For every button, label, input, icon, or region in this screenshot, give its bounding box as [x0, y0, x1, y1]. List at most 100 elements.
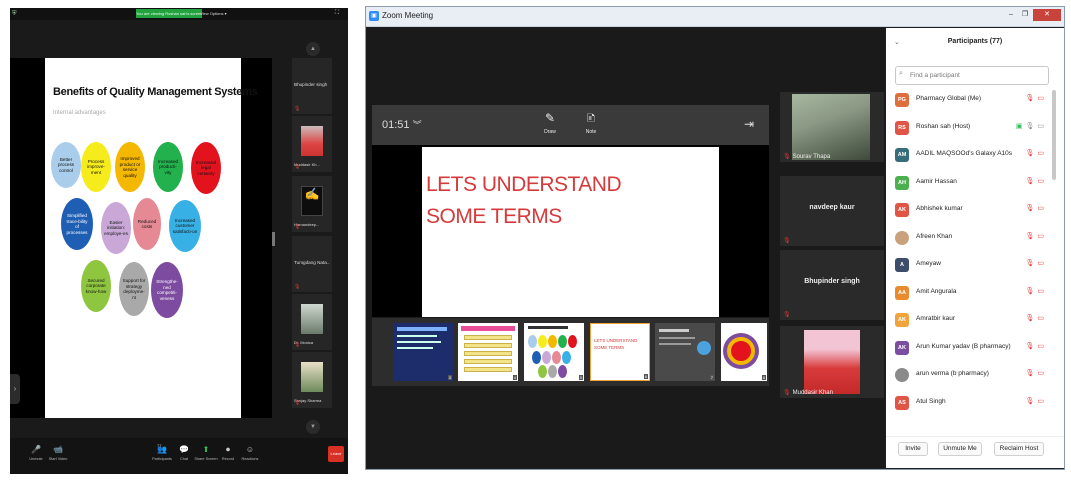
video-tile[interactable]: navdeep kaur 🎙 [780, 176, 884, 246]
participant-tile[interactable]: Bhupinder singh 🎙 [292, 58, 332, 114]
bubble: Easier initiation: employe-es [101, 202, 131, 254]
toolbar-label: Reactions [241, 457, 259, 461]
participant-name: Atul Singh [916, 397, 946, 405]
participant-row[interactable]: AM AADIL MAQSOOd's Galaxy A10s 🎙▭ [895, 145, 1055, 165]
participant-tile[interactable]: Dr. Monica 🎙 [292, 294, 332, 350]
slide-thumbnail[interactable]: 7 [655, 323, 715, 381]
participant-row[interactable]: AK Arun Kumar yadav (B pharmacy) 🎙▭ [895, 338, 1055, 358]
avatar: PG [895, 93, 909, 107]
pen-icon: ✎ [544, 111, 556, 125]
slide-thumbnail[interactable]: 4 [458, 323, 518, 381]
maximize-icon[interactable]: ⛶ [332, 9, 342, 18]
toolbar-button[interactable]: ⏺ Record [216, 444, 240, 470]
participant-video [792, 94, 870, 160]
slide-thumbnail[interactable]: 8 [721, 323, 767, 381]
bubble: Better process control [51, 142, 81, 188]
mic-muted-icon: 🎙 [783, 154, 791, 160]
toolbar-button[interactable]: ⬆ Share Screen [194, 444, 218, 470]
toolbar-button[interactable]: 📹 Start Video [46, 444, 70, 470]
tile-footer: 🎙 Sourav Thapa [783, 153, 830, 160]
participant-name: Pharmacy Global (Me) [916, 95, 982, 102]
participants-header: Participants (77) [947, 38, 1003, 45]
status-icons: 🎙▭ [1025, 149, 1047, 157]
zoom-app-icon: ▣ [369, 11, 379, 21]
toolbar-button[interactable]: 💬 Chat [172, 444, 196, 470]
video-tile[interactable]: 🎙 Sourav Thapa [780, 92, 884, 162]
participant-row[interactable]: RS Roshan sah (Host) ▣🎙▭ [895, 118, 1055, 138]
participant-tile[interactable]: Tumgdang Nata... 🎙 [292, 236, 332, 292]
thumb-number: 8 [761, 375, 766, 380]
participant-photo [301, 304, 323, 334]
video-off-icon: ▭ [1037, 150, 1047, 157]
draw-label: Draw [544, 129, 556, 135]
view-options-button[interactable]: View Options ▾ [200, 9, 230, 18]
mic-muted-icon: 🎙 [294, 224, 301, 230]
leave-button[interactable]: Leave [328, 446, 344, 462]
toolbar-icon: ☺ [245, 445, 255, 454]
reclaim-host-button[interactable]: Reclaim Host [994, 442, 1044, 456]
mic-muted-icon: 🎙 [294, 284, 301, 290]
toolbar-button[interactable]: ☺ Reactions [238, 444, 262, 470]
invite-button[interactable]: Invite [898, 442, 928, 456]
mic-muted-icon: 🎙 [1025, 177, 1038, 185]
mic-muted-icon: 🎙 [783, 312, 791, 318]
video-tile[interactable]: 🎙 Muddasir Khan [780, 326, 884, 398]
participant-tile[interactable]: ✍ Harnandeep... 🎙 [292, 176, 332, 232]
slide-thumbnail[interactable]: 5 [524, 323, 584, 381]
close-icon[interactable]: ✕ [1033, 9, 1061, 21]
exit-presentation-icon[interactable]: ⇥ [744, 117, 754, 131]
participant-name: navdeep kaur [809, 204, 855, 211]
bubble: Support for strategy deployme-nt [119, 262, 149, 316]
thumb-number: 5 [578, 375, 583, 380]
mic-icon: 🎙 [1025, 122, 1038, 130]
participant-tile[interactable]: Sanjay Sharma 🎙 [292, 352, 332, 408]
bubble: Simplified trace-bility of processes [61, 198, 93, 250]
bubble: Secured corporate know-how [81, 260, 111, 312]
video-off-icon: ▭ [1037, 287, 1047, 295]
chevron-right-icon[interactable]: › [10, 374, 20, 404]
participant-name: Bhupinder singh [294, 82, 328, 87]
participant-row[interactable]: AK Amratbir kaur 🎙▭ [895, 310, 1055, 330]
toolbar-label: Record [221, 457, 235, 461]
participant-row[interactable]: arun verma (b pharmacy) 🎙▭ [895, 365, 1055, 385]
video-off-icon: ▭ [1037, 232, 1047, 240]
participant-name: Roshan sah (Host) [916, 122, 971, 130]
resize-handle[interactable] [272, 232, 275, 246]
participant-row[interactable]: Afreen Khan 🎙▭ [895, 228, 1055, 248]
slide-thumbnail[interactable]: LETS UNDERSTAND SOME TERMS 6 [590, 323, 650, 381]
restore-icon[interactable]: ❐ [1018, 9, 1032, 21]
bubble-text: Improved product or service quality [119, 156, 141, 178]
chevrons-down-icon[interactable]: ︾ [413, 120, 422, 130]
video-tile[interactable]: Bhupinder singh 🎙 [780, 250, 884, 320]
unmute-me-button[interactable]: Unmute Me [938, 442, 982, 456]
participant-name: Abhishek kumar [916, 205, 963, 212]
avatar: AK [895, 313, 909, 327]
video-off-icon: ▭ [1037, 177, 1047, 185]
left-shared-slide: Benefits of Quality Management Systems I… [45, 58, 258, 418]
note-tool[interactable]: 🗈 Note [577, 108, 605, 136]
participant-tile[interactable]: Muddasir Kh... 🎙 [292, 116, 332, 172]
chevron-up-icon[interactable]: ▲ [306, 42, 320, 56]
mic-muted-icon: 🎙 [294, 164, 301, 170]
mic-muted-icon: 🎙 [1025, 150, 1038, 157]
toolbar-button[interactable]: 🎤 Unmute [24, 444, 48, 470]
avatar: AK [895, 340, 909, 355]
shield-icon: ⛨ [12, 11, 17, 17]
search-participant-input[interactable]: Find a participant [895, 66, 1049, 85]
minimize-icon[interactable]: – [1004, 9, 1018, 21]
participant-row[interactable]: AA Amit Angurala 🎙▭ [895, 283, 1055, 303]
draw-tool[interactable]: ✎ Draw [536, 108, 564, 136]
toolbar-button[interactable]: 👥 Participants [150, 444, 174, 470]
slide-thumbnail[interactable]: 3 [393, 323, 453, 381]
video-off-icon: ▭ [1037, 95, 1047, 102]
participant-row[interactable]: AH Aamir Hassan 🎙▭ [895, 173, 1055, 193]
bubble: Increased legal certainty [191, 142, 221, 194]
participants-scrollbar[interactable] [1052, 90, 1056, 180]
avatar: RS [895, 120, 909, 135]
participant-row[interactable]: A Ameyaw 🎙▭ [895, 255, 1055, 275]
participant-row[interactable]: PG Pharmacy Global (Me) 🎙▭ [895, 90, 1055, 110]
participant-row[interactable]: AK Abhishek kumar 🎙▭ [895, 200, 1055, 220]
status-icons: 🎙▭ [1025, 342, 1047, 350]
participant-row[interactable]: AS Atul Singh 🎙▭ [895, 393, 1055, 413]
chevron-down-icon[interactable]: ▼ [306, 420, 320, 434]
